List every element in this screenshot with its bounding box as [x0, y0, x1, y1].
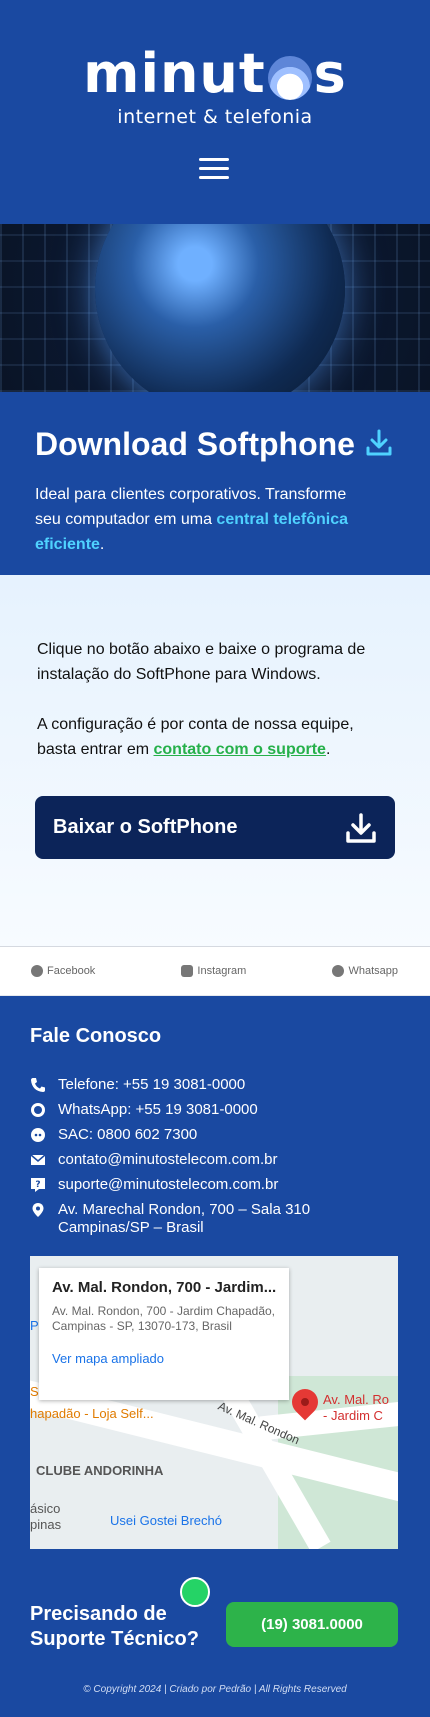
logo-o-mark [267, 56, 312, 100]
site-header: minut s internet & telefonia [0, 0, 430, 224]
map-place-label: hapadão - Loja Self... [30, 1406, 154, 1421]
download-icon [366, 429, 392, 456]
download-description: Ideal para clientes corporativos. Transf… [35, 486, 349, 553]
logo-subtitle: internet & telefonia [117, 106, 313, 128]
location-pin-icon [32, 1203, 44, 1217]
map-place-label: pinas [30, 1517, 62, 1532]
instructions-section: Clique no botão abaixo e baixe o program… [0, 575, 430, 946]
instagram-icon [181, 965, 194, 977]
map-card-address: Av. Mal. Rondon, 700 - Jardim Chapadão, … [52, 1304, 276, 1333]
site-footer: Fale Conosco Telefone: +55 19 3081-0000 … [0, 996, 430, 1717]
footer-title: Fale Conosco [30, 1025, 162, 1047]
globe-image [95, 224, 345, 392]
download-icon [346, 812, 376, 843]
map-place-label: ásico [30, 1501, 61, 1516]
download-button-label: Baixar o SoftPhone [53, 816, 238, 838]
map-place-label: Usei Gostei Brechó [110, 1513, 222, 1528]
page-title: Download Softphone [35, 426, 355, 462]
support-link[interactable]: contato com o suporte [154, 741, 326, 758]
support-text: Precisando de Suporte Técnico? [30, 1603, 199, 1650]
instruction-text: Clique no botão abaixo e baixe o program… [37, 641, 366, 683]
copyright-text: © Copyright 2024 | Criado por Pedrão | A… [83, 1684, 347, 1695]
config-text: A configuração é por conta de nossa equi… [37, 716, 354, 758]
whatsapp-icon[interactable] [180, 1577, 210, 1607]
contact-address[interactable]: Av. Marechal Rondon, 700 – Sala 310 Camp… [30, 1201, 400, 1237]
download-softphone-button[interactable]: Baixar o SoftPhone [35, 796, 395, 859]
view-larger-map-link[interactable]: Ver mapa ampliado [52, 1351, 276, 1366]
facebook-icon [31, 965, 43, 977]
contact-support-email[interactable]: ? suporte@minutostelecom.com.br [30, 1176, 400, 1194]
svg-text:?: ? [35, 1180, 40, 1190]
support-cta: Precisando de Suporte Técnico? (19) 3081… [30, 1577, 400, 1652]
logo-wordmark: minut s [83, 44, 347, 104]
map-pin-label: - Jardim C [323, 1408, 383, 1423]
map-card-title: Av. Mal. Rondon, 700 - Jardim... [52, 1279, 276, 1296]
contact-sac[interactable]: SAC: 0800 602 7300 [30, 1126, 400, 1144]
phone-icon [31, 1078, 45, 1092]
contact-phone[interactable]: Telefone: +55 19 3081-0000 [30, 1076, 400, 1094]
whatsapp-icon [332, 965, 345, 977]
menu-icon[interactable] [199, 158, 229, 180]
logo-text-end: s [313, 42, 347, 105]
map-pin-label: Av. Mal. Ro [323, 1392, 389, 1407]
support-phone-button[interactable]: (19) 3081.0000 [226, 1602, 398, 1647]
help-chat-icon: ? [31, 1178, 45, 1192]
contact-email[interactable]: contato@minutostelecom.com.br [30, 1151, 400, 1169]
map-place-label: P [30, 1318, 39, 1333]
embedded-map[interactable]: hapadão - Loja Self... CLUBE ANDORINHA A… [30, 1256, 398, 1549]
mail-icon [30, 1154, 46, 1165]
logo-text: minut [83, 42, 266, 105]
download-section: Download Softphone Ideal para clientes c… [0, 392, 430, 575]
hero-image [0, 224, 430, 392]
instagram-link[interactable]: Instagram [181, 965, 246, 977]
social-bar: Facebook Instagram Whatsapp [0, 946, 430, 996]
support-agent-icon [31, 1128, 45, 1142]
contact-list: Telefone: +55 19 3081-0000 WhatsApp: +55… [30, 1076, 400, 1237]
whatsapp-icon [31, 1103, 45, 1117]
map-place-label: S [30, 1384, 39, 1399]
map-info-card: Av. Mal. Rondon, 700 - Jardim... Av. Mal… [39, 1268, 289, 1400]
contact-whatsapp[interactable]: WhatsApp: +55 19 3081-0000 [30, 1101, 400, 1119]
map-place-label: CLUBE ANDORINHA [36, 1463, 164, 1478]
whatsapp-link[interactable]: Whatsapp [332, 965, 398, 977]
logo[interactable]: minut s internet & telefonia [0, 44, 430, 129]
facebook-link[interactable]: Facebook [31, 965, 95, 977]
